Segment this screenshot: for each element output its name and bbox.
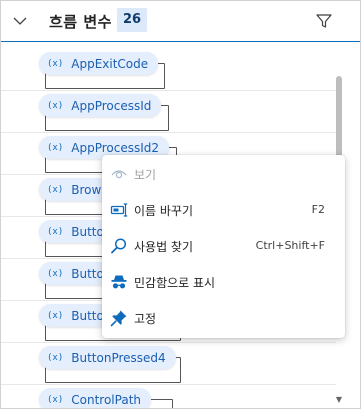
variable-name: ControlPath (71, 392, 142, 407)
variable-chip[interactable]: (x) AppProcessId (39, 94, 162, 117)
menu-item-shortcut: Ctrl+Shift+F (255, 239, 325, 252)
pin-icon (110, 310, 127, 327)
scroll-down-arrow-icon[interactable]: ▼ (335, 396, 343, 404)
menu-item-label: 고정 (134, 312, 157, 326)
menu-item-label: 사용법 찾기 (134, 240, 194, 254)
variable-name: AppExitCode (71, 56, 149, 71)
menu-item-label: 민감함으로 표시 (134, 276, 216, 290)
menu-item-rename[interactable]: 이름 바꾸기 F2 (102, 192, 345, 228)
flow-variables-pane: 흐름 변수 26 (x) AppExitCode (x) AppProcessI… (0, 0, 361, 409)
filter-icon[interactable] (315, 13, 333, 29)
variable-icon: (x) (47, 142, 64, 153)
variable-chip[interactable]: (x) ButtonPressed4 (39, 346, 176, 369)
variable-chip[interactable]: (x) ControlPath (39, 388, 152, 408)
list-item[interactable]: (x) AppExitCode (1, 48, 336, 91)
variable-name: AppProcessId2 (71, 140, 160, 155)
menu-item-label: 이름 바꾸기 (134, 204, 194, 218)
context-menu: 보기 이름 바꾸기 F2 사용법 찾기 Ctrl+Shift+F 민감함으로 표… (102, 155, 345, 338)
variable-name: ButtonPressed4 (71, 350, 166, 365)
variable-count-badge: 26 (117, 8, 148, 32)
menu-item-shortcut: F2 (311, 203, 325, 216)
menu-item-label: 보기 (134, 168, 157, 182)
variable-icon: (x) (47, 394, 64, 405)
list-item[interactable]: (x) ControlPath (1, 384, 336, 408)
pane-title: 흐름 변수 (49, 13, 112, 31)
variable-chip[interactable]: (x) AppExitCode (39, 52, 159, 75)
eye-icon (111, 170, 127, 179)
menu-item-find-usages[interactable]: 사용법 찾기 Ctrl+Shift+F (102, 228, 345, 264)
incognito-icon (111, 275, 127, 289)
list-item[interactable]: (x) ButtonPressed4 (1, 342, 336, 385)
chevron-down-icon[interactable] (11, 13, 29, 29)
menu-item-view[interactable]: 보기 (102, 156, 345, 192)
menu-item-mark-sensitive[interactable]: 민감함으로 표시 (102, 264, 345, 300)
variable-icon: (x) (47, 310, 64, 321)
variable-name: AppProcessId (71, 98, 152, 113)
variable-icon: (x) (47, 268, 64, 279)
pane-header: 흐름 변수 26 (1, 1, 360, 42)
menu-item-pin[interactable]: 고정 (102, 300, 345, 336)
search-icon (111, 238, 127, 254)
variable-icon: (x) (47, 58, 64, 69)
variable-icon: (x) (47, 184, 64, 195)
variable-icon: (x) (47, 226, 64, 237)
list-item[interactable]: (x) AppProcessId (1, 90, 336, 133)
variable-icon: (x) (47, 100, 64, 111)
variable-icon: (x) (47, 352, 64, 363)
rename-icon (110, 203, 128, 217)
